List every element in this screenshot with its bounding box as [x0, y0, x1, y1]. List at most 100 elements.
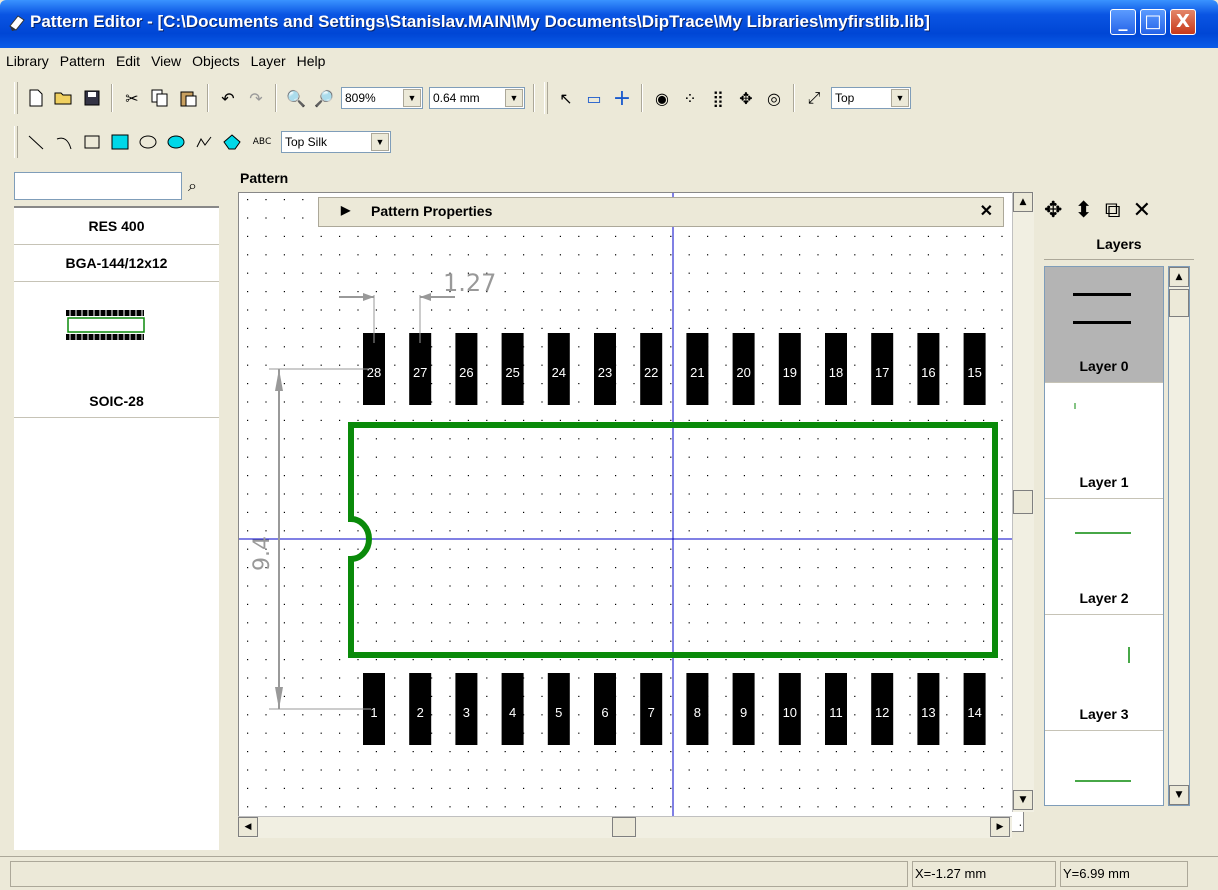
chevron-down-icon[interactable]: ▼ — [371, 133, 389, 151]
layer-item[interactable]: Layer 2 — [1045, 499, 1163, 615]
dimension-icon[interactable]: ⤢ — [802, 86, 826, 110]
close-icon: X — [1176, 11, 1190, 32]
search-icon[interactable]: ⌕ — [188, 176, 197, 196]
new-icon[interactable] — [24, 86, 48, 110]
pad-label: 13 — [921, 705, 935, 720]
scroll-down-icon[interactable]: ▼ — [1169, 785, 1189, 805]
pattern-properties-bar[interactable]: ▶ Pattern Properties ✕ — [318, 197, 1004, 227]
toolbar-grip[interactable] — [14, 82, 18, 114]
menu-layer[interactable]: Layer — [251, 53, 286, 69]
menu-library[interactable]: Library — [6, 53, 49, 69]
zoom-select[interactable]: 809% ▼ — [341, 87, 423, 109]
grid-select[interactable]: 0.64 mm ▼ — [429, 87, 525, 109]
zoom-value: 809% — [345, 91, 376, 105]
matrix-icon[interactable]: ⣿ — [706, 86, 730, 110]
arc-icon[interactable] — [52, 130, 76, 154]
ellipse-icon[interactable] — [136, 130, 160, 154]
pattern-drawing[interactable]: 28 27 26 25 24 23 22 21 20 19 18 17 16 151 2 3 4 5 6 7 8 9 10 1… — [239, 193, 1024, 832]
redo-icon[interactable]: ↷ — [244, 86, 268, 110]
scroll-thumb[interactable] — [612, 817, 636, 837]
scroll-down-icon[interactable]: ▼ — [1013, 790, 1033, 810]
layer-preview-icon — [1075, 532, 1131, 534]
save-icon[interactable] — [80, 86, 104, 110]
menu-edit[interactable]: Edit — [116, 53, 140, 69]
layer-preview-icon — [1075, 780, 1131, 782]
pointer-icon[interactable]: ↖ — [554, 86, 578, 110]
combine-icon[interactable]: ⧉ — [1105, 198, 1121, 223]
list-item-label: BGA-144/12x12 — [65, 255, 168, 271]
layers-list[interactable]: Layer 0 Layer 1 Layer 2 Layer 3 — [1044, 266, 1164, 806]
chevron-down-icon[interactable]: ▼ — [403, 89, 421, 107]
chevron-down-icon[interactable]: ▼ — [891, 89, 909, 107]
filled-ellipse-icon[interactable] — [164, 130, 188, 154]
menu-view[interactable]: View — [151, 53, 181, 69]
polyline-icon[interactable] — [192, 130, 216, 154]
pad-ring-icon[interactable]: ✥ — [734, 86, 758, 110]
horizontal-scrollbar[interactable]: ◀ ▶ — [238, 816, 1012, 838]
vertical-scrollbar[interactable]: ▲ ▼ — [1012, 192, 1034, 812]
undo-icon[interactable]: ↶ — [216, 86, 240, 110]
line-icon[interactable] — [24, 130, 48, 154]
layer-select[interactable]: Top Silk ▼ — [281, 131, 391, 153]
scroll-left-icon[interactable]: ◀ — [238, 817, 258, 837]
pad-label: 4 — [509, 705, 516, 720]
list-item-label: SOIC-28 — [89, 393, 144, 409]
filled-rectangle-icon[interactable] — [108, 130, 132, 154]
status-x-coordinate: X=-1.27 mm — [912, 861, 1056, 887]
pad-label: 14 — [967, 705, 981, 720]
cut-icon[interactable]: ✂ — [120, 86, 144, 110]
drawing-toolbar: ABC Top Silk ▼ — [10, 122, 476, 162]
list-item[interactable]: RES 400 — [14, 208, 219, 245]
rectangle-icon[interactable] — [80, 130, 104, 154]
text-icon[interactable]: ABC — [248, 130, 276, 154]
pad-icon[interactable]: ◉ — [650, 86, 674, 110]
layer-item[interactable]: Layer 3 — [1045, 615, 1163, 731]
pattern-list[interactable]: RES 400 BGA-144/12x12 SOIC-28 — [14, 206, 219, 850]
side-select[interactable]: Top ▼ — [831, 87, 911, 109]
layer-item[interactable]: Layer 0 — [1045, 267, 1163, 383]
title-bar: Pattern Editor - [C:\Documents and Setti… — [0, 0, 1218, 48]
window-title: Pattern Editor - [C:\Documents and Setti… — [30, 12, 930, 31]
zoom-out-icon[interactable]: 🔎 — [312, 86, 336, 110]
crosshair-icon[interactable]: + — [610, 86, 634, 111]
soic-preview-icon — [66, 310, 145, 340]
pad-label: 27 — [413, 365, 427, 380]
menu-objects[interactable]: Objects — [192, 53, 239, 69]
delete-layer-icon[interactable]: ✕ — [1133, 198, 1151, 223]
close-button[interactable]: X — [1170, 9, 1196, 35]
ruler-icon[interactable]: ▭ — [582, 86, 606, 110]
chevron-down-icon[interactable]: ▼ — [505, 89, 523, 107]
toolbar-grip[interactable] — [14, 126, 18, 158]
list-item-preview[interactable]: SOIC-28 — [14, 282, 219, 418]
maximize-button[interactable]: □ — [1140, 9, 1166, 35]
toolbar-grip[interactable] — [544, 82, 548, 114]
paste-icon[interactable] — [176, 86, 200, 110]
layer-item[interactable] — [1045, 731, 1163, 805]
list-item[interactable]: BGA-144/12x12 — [14, 245, 219, 282]
minimize-button[interactable]: _ — [1110, 9, 1136, 35]
scroll-thumb[interactable] — [1013, 490, 1033, 514]
close-icon[interactable]: ✕ — [980, 201, 993, 221]
zoom-in-icon[interactable]: 🔍 — [284, 86, 308, 110]
expand-icon[interactable]: ▶ — [341, 203, 350, 217]
copy-icon[interactable] — [148, 86, 172, 110]
menu-help[interactable]: Help — [297, 53, 326, 69]
pad-label: 19 — [783, 365, 797, 380]
search-input[interactable] — [14, 172, 182, 200]
menu-pattern[interactable]: Pattern — [60, 53, 105, 69]
scroll-right-icon[interactable]: ▶ — [990, 817, 1010, 837]
layer-item[interactable]: Layer 1 — [1045, 383, 1163, 499]
pattern-canvas[interactable]: 28 27 26 25 24 23 22 21 20 19 18 17 16 15 1 2 3 4 5 6 7 8 9 10 1… — [238, 192, 1024, 832]
layers-scrollbar[interactable]: ▲ ▼ — [1168, 266, 1190, 806]
move-up-down-icon[interactable]: ⬍ — [1074, 198, 1092, 223]
pad-label: 21 — [690, 365, 704, 380]
open-icon[interactable] — [52, 86, 76, 110]
scroll-thumb[interactable] — [1169, 289, 1189, 317]
hole-icon[interactable]: ◎ — [762, 86, 786, 110]
status-message — [10, 861, 908, 887]
scroll-up-icon[interactable]: ▲ — [1169, 267, 1189, 287]
move-icon[interactable]: ✥ — [1044, 198, 1062, 223]
scroll-up-icon[interactable]: ▲ — [1013, 192, 1033, 212]
polygon-icon[interactable] — [220, 130, 244, 154]
pad-array-icon[interactable]: ⁘ — [678, 86, 702, 110]
